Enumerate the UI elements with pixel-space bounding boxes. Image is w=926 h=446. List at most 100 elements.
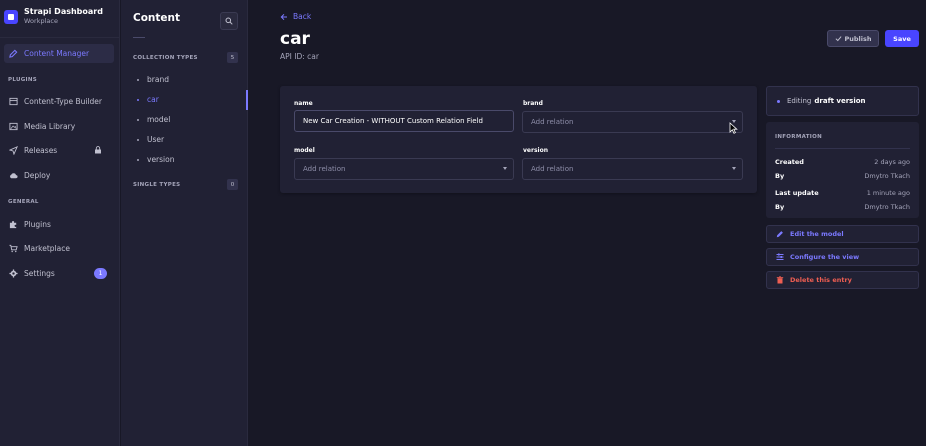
model-relation-select[interactable]: Add relation (294, 158, 514, 180)
subnav-item-label: model (147, 115, 171, 124)
subnav-item-user[interactable]: User (137, 135, 164, 144)
version-label: version (523, 147, 548, 154)
subnav-item-label: car (147, 95, 159, 104)
check-icon (835, 36, 841, 42)
trash-icon (776, 276, 784, 284)
subnav-item-label: brand (147, 75, 169, 84)
subnav-search-button[interactable] (220, 12, 238, 30)
brand-relation-select[interactable]: Add relation (522, 111, 743, 133)
bullet-icon (137, 98, 139, 101)
nav-divider (0, 37, 120, 38)
nav-item-settings[interactable]: Settings 1 (4, 264, 114, 283)
created-by-label: By (775, 172, 785, 180)
plugins-section-heading: PLUGINS (8, 77, 38, 83)
delete-entry-button[interactable]: Delete this entry (766, 271, 919, 289)
subnav-item-label: User (147, 135, 165, 144)
edit-model-button[interactable]: Edit the model (766, 225, 919, 243)
created-by-value: Dmytro Tkach (864, 172, 910, 180)
search-icon (225, 17, 233, 25)
last-update-label: Last update (775, 189, 819, 197)
edit-model-label: Edit the model (790, 230, 844, 238)
name-input[interactable]: New Car Creation - WITHOUT Custom Relati… (294, 110, 514, 132)
nav-item-label: Marketplace (24, 244, 70, 253)
nav-item-label: Content Manager (24, 49, 90, 58)
gear-icon (8, 269, 18, 279)
bullet-icon (137, 118, 139, 121)
pencil-icon (776, 231, 783, 238)
editing-version: draft version (814, 97, 866, 105)
subnav-item-label: version (147, 155, 175, 164)
information-heading: INFORMATION (775, 134, 822, 140)
app-root: Strapi Dashboard Workplace Content Manag… (0, 0, 926, 446)
name-label: name (294, 100, 313, 107)
version-relation-select[interactable]: Add relation (522, 158, 743, 180)
back-label: Back (293, 12, 312, 21)
nav-item-label: Content-Type Builder (24, 97, 102, 106)
cloud-icon (8, 171, 18, 181)
status-dot-icon (777, 99, 780, 103)
single-types-count: 0 (227, 179, 238, 190)
bullet-icon (137, 78, 139, 81)
subnav-item-model[interactable]: model (137, 115, 170, 124)
nav-item-label: Plugins (24, 220, 51, 229)
chevron-down-icon (503, 167, 507, 170)
main-nav: Strapi Dashboard Workplace Content Manag… (0, 0, 120, 446)
collection-types-heading: COLLECTION TYPES (133, 55, 198, 61)
content-subnav: Content COLLECTION TYPES 5 brand car mod… (121, 0, 248, 446)
chevron-down-icon (732, 167, 736, 170)
model-placeholder: Add relation (303, 165, 346, 173)
nav-item-media-library[interactable]: Media Library (4, 117, 114, 136)
layout-icon (8, 97, 18, 107)
lock-icon (94, 146, 102, 154)
brand-text: Strapi Dashboard Workplace (24, 7, 103, 26)
shopping-cart-icon (8, 244, 18, 254)
brand-label: brand (523, 100, 543, 107)
brand[interactable]: Strapi Dashboard Workplace (4, 7, 103, 26)
general-section-heading: GENERAL (8, 199, 39, 205)
updated-by-label: By (775, 203, 785, 211)
edit-form-card: name New Car Creation - WITHOUT Custom R… (280, 86, 757, 193)
subnav-item-brand[interactable]: brand (137, 75, 169, 84)
puzzle-icon (8, 220, 18, 230)
paper-plane-icon (8, 146, 18, 156)
settings-badge: 1 (94, 268, 107, 279)
nav-item-content-type-builder[interactable]: Content-Type Builder (4, 92, 114, 111)
bullet-icon (137, 158, 139, 161)
subnav-title: Content (133, 12, 181, 24)
back-link[interactable]: Back (280, 12, 311, 21)
nav-item-releases[interactable]: Releases (4, 141, 114, 160)
single-types-heading: SINGLE TYPES (133, 182, 181, 188)
editing-status: Editing draft version (766, 86, 919, 116)
model-label: model (294, 147, 315, 154)
image-icon (8, 122, 18, 132)
subnav-item-car[interactable]: car (137, 95, 159, 104)
configure-view-button[interactable]: Configure the view (766, 248, 919, 266)
pencil-icon (8, 49, 18, 59)
bullet-icon (137, 138, 139, 141)
nav-item-label: Settings (24, 269, 55, 278)
list-settings-icon (776, 253, 784, 260)
brand-title: Strapi Dashboard (24, 7, 103, 16)
nav-item-content-manager[interactable]: Content Manager (4, 44, 114, 63)
nav-item-marketplace[interactable]: Marketplace (4, 239, 114, 258)
subnav-divider (133, 37, 145, 38)
nav-item-label: Media Library (24, 122, 76, 131)
save-button[interactable]: Save (885, 30, 919, 47)
api-id: API ID: car (280, 52, 319, 61)
created-label: Created (775, 158, 804, 166)
nav-item-plugins[interactable]: Plugins (4, 215, 114, 234)
nav-item-deploy[interactable]: Deploy (4, 166, 114, 185)
brand-subtitle: Workplace (24, 17, 58, 25)
publish-label: Publish (844, 34, 872, 43)
strapi-logo-icon (4, 10, 18, 24)
version-placeholder: Add relation (531, 165, 574, 173)
delete-entry-label: Delete this entry (790, 276, 852, 284)
subnav-item-version[interactable]: version (137, 155, 174, 164)
nav-item-label: Deploy (24, 171, 51, 180)
brand-placeholder: Add relation (531, 118, 574, 126)
information-panel: INFORMATION Created 2 days ago By Dmytro… (766, 122, 919, 218)
page-title: car (280, 29, 310, 49)
publish-button[interactable]: Publish (827, 30, 879, 47)
editing-prefix: Editing (787, 97, 812, 105)
mouse-cursor-icon (729, 122, 738, 134)
